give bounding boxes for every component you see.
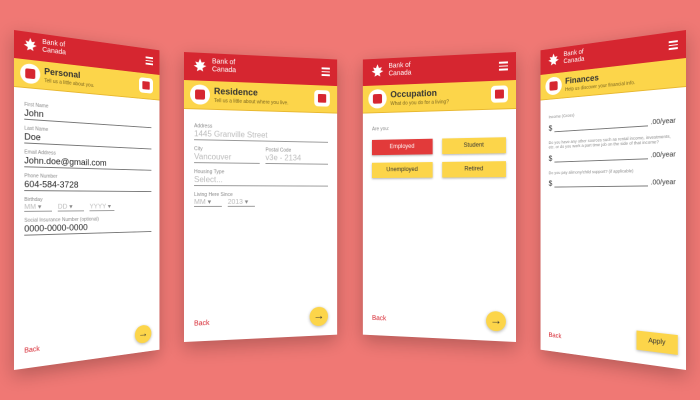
menu-icon[interactable] <box>668 40 678 52</box>
back-link[interactable]: Back <box>24 346 40 355</box>
alimony-question: Do you pay alimony/child support? (if ap… <box>548 167 634 175</box>
occupation-screen: Bank of Canada Occupation What do you do … <box>362 52 516 342</box>
alimony-field[interactable]: $ .00/year <box>549 176 676 188</box>
employed-button[interactable]: Employed <box>371 138 433 156</box>
briefcase-icon <box>314 89 330 107</box>
student-button[interactable]: Student <box>442 137 506 155</box>
next-arrow-button[interactable]: → <box>309 306 329 327</box>
since-month-select[interactable]: MM <box>194 198 222 207</box>
bank-name: Bank of Canada <box>42 38 66 57</box>
section-header: Residence Tell us a little about where y… <box>184 80 338 114</box>
since-year-select[interactable]: 2013 <box>227 198 255 207</box>
birthday-day-select[interactable]: DD <box>57 202 85 212</box>
maple-leaf-icon <box>371 64 384 77</box>
back-link[interactable]: Back <box>549 332 562 340</box>
other-income-field[interactable]: $ .00/year <box>549 148 676 162</box>
person-icon <box>20 62 41 85</box>
menu-icon[interactable] <box>145 56 153 66</box>
city-field[interactable]: Vancouver <box>194 152 260 164</box>
house-icon <box>139 77 153 94</box>
birthday-month-select[interactable]: MM <box>24 202 52 212</box>
section-subtitle: Tell us a little about where you live. <box>213 98 289 107</box>
maple-leaf-icon <box>193 58 207 72</box>
bank-name: Bank of Canada <box>211 58 237 75</box>
housing-type-select[interactable]: Select... <box>194 175 329 187</box>
apply-button[interactable]: Apply <box>636 330 678 355</box>
postal-code-field[interactable]: v3e - 2134 <box>265 153 329 165</box>
next-arrow-button[interactable]: → <box>134 324 152 345</box>
residence-screen: Bank of Canada Residence Tell us a little… <box>184 52 338 342</box>
personal-screen: Bank of Canada Personal Tell us a little … <box>14 30 160 370</box>
sin-field[interactable]: 0000-0000-0000 <box>24 221 152 236</box>
maple-leaf-icon <box>24 38 38 52</box>
bank-name: Bank of Canada <box>563 48 585 66</box>
menu-icon[interactable] <box>321 67 330 77</box>
maple-leaf-icon <box>548 52 559 66</box>
stage: Bank of Canada Personal Tell us a little … <box>0 0 700 400</box>
house-icon <box>190 84 211 105</box>
other-income-question: Do you have any other sources such as re… <box>548 133 671 150</box>
briefcase-icon <box>368 88 387 109</box>
question-label: Are you: <box>371 126 390 133</box>
section-header: Occupation What do you do for a living? <box>362 80 516 114</box>
back-link[interactable]: Back <box>194 320 210 328</box>
unemployed-button[interactable]: Unemployed <box>371 162 433 179</box>
section-subtitle: What do you do for a living? <box>390 99 449 108</box>
section-subtitle: Tell us a little about you. <box>44 78 95 89</box>
money-bag-icon <box>490 85 508 103</box>
section-title: Occupation <box>390 87 437 100</box>
back-link[interactable]: Back <box>372 315 386 322</box>
bank-name: Bank of Canada <box>388 61 412 78</box>
phone-field[interactable]: 604-584-3728 <box>24 179 152 193</box>
section-title: Residence <box>213 86 258 98</box>
finances-screen: Bank of Canada Finances Help us discover … <box>540 30 686 370</box>
next-arrow-button[interactable]: → <box>486 310 506 332</box>
menu-icon[interactable] <box>498 61 508 72</box>
retired-button[interactable]: Retired <box>442 161 506 178</box>
birthday-year-select[interactable]: YYYY <box>89 202 115 212</box>
money-bag-icon <box>545 76 562 96</box>
